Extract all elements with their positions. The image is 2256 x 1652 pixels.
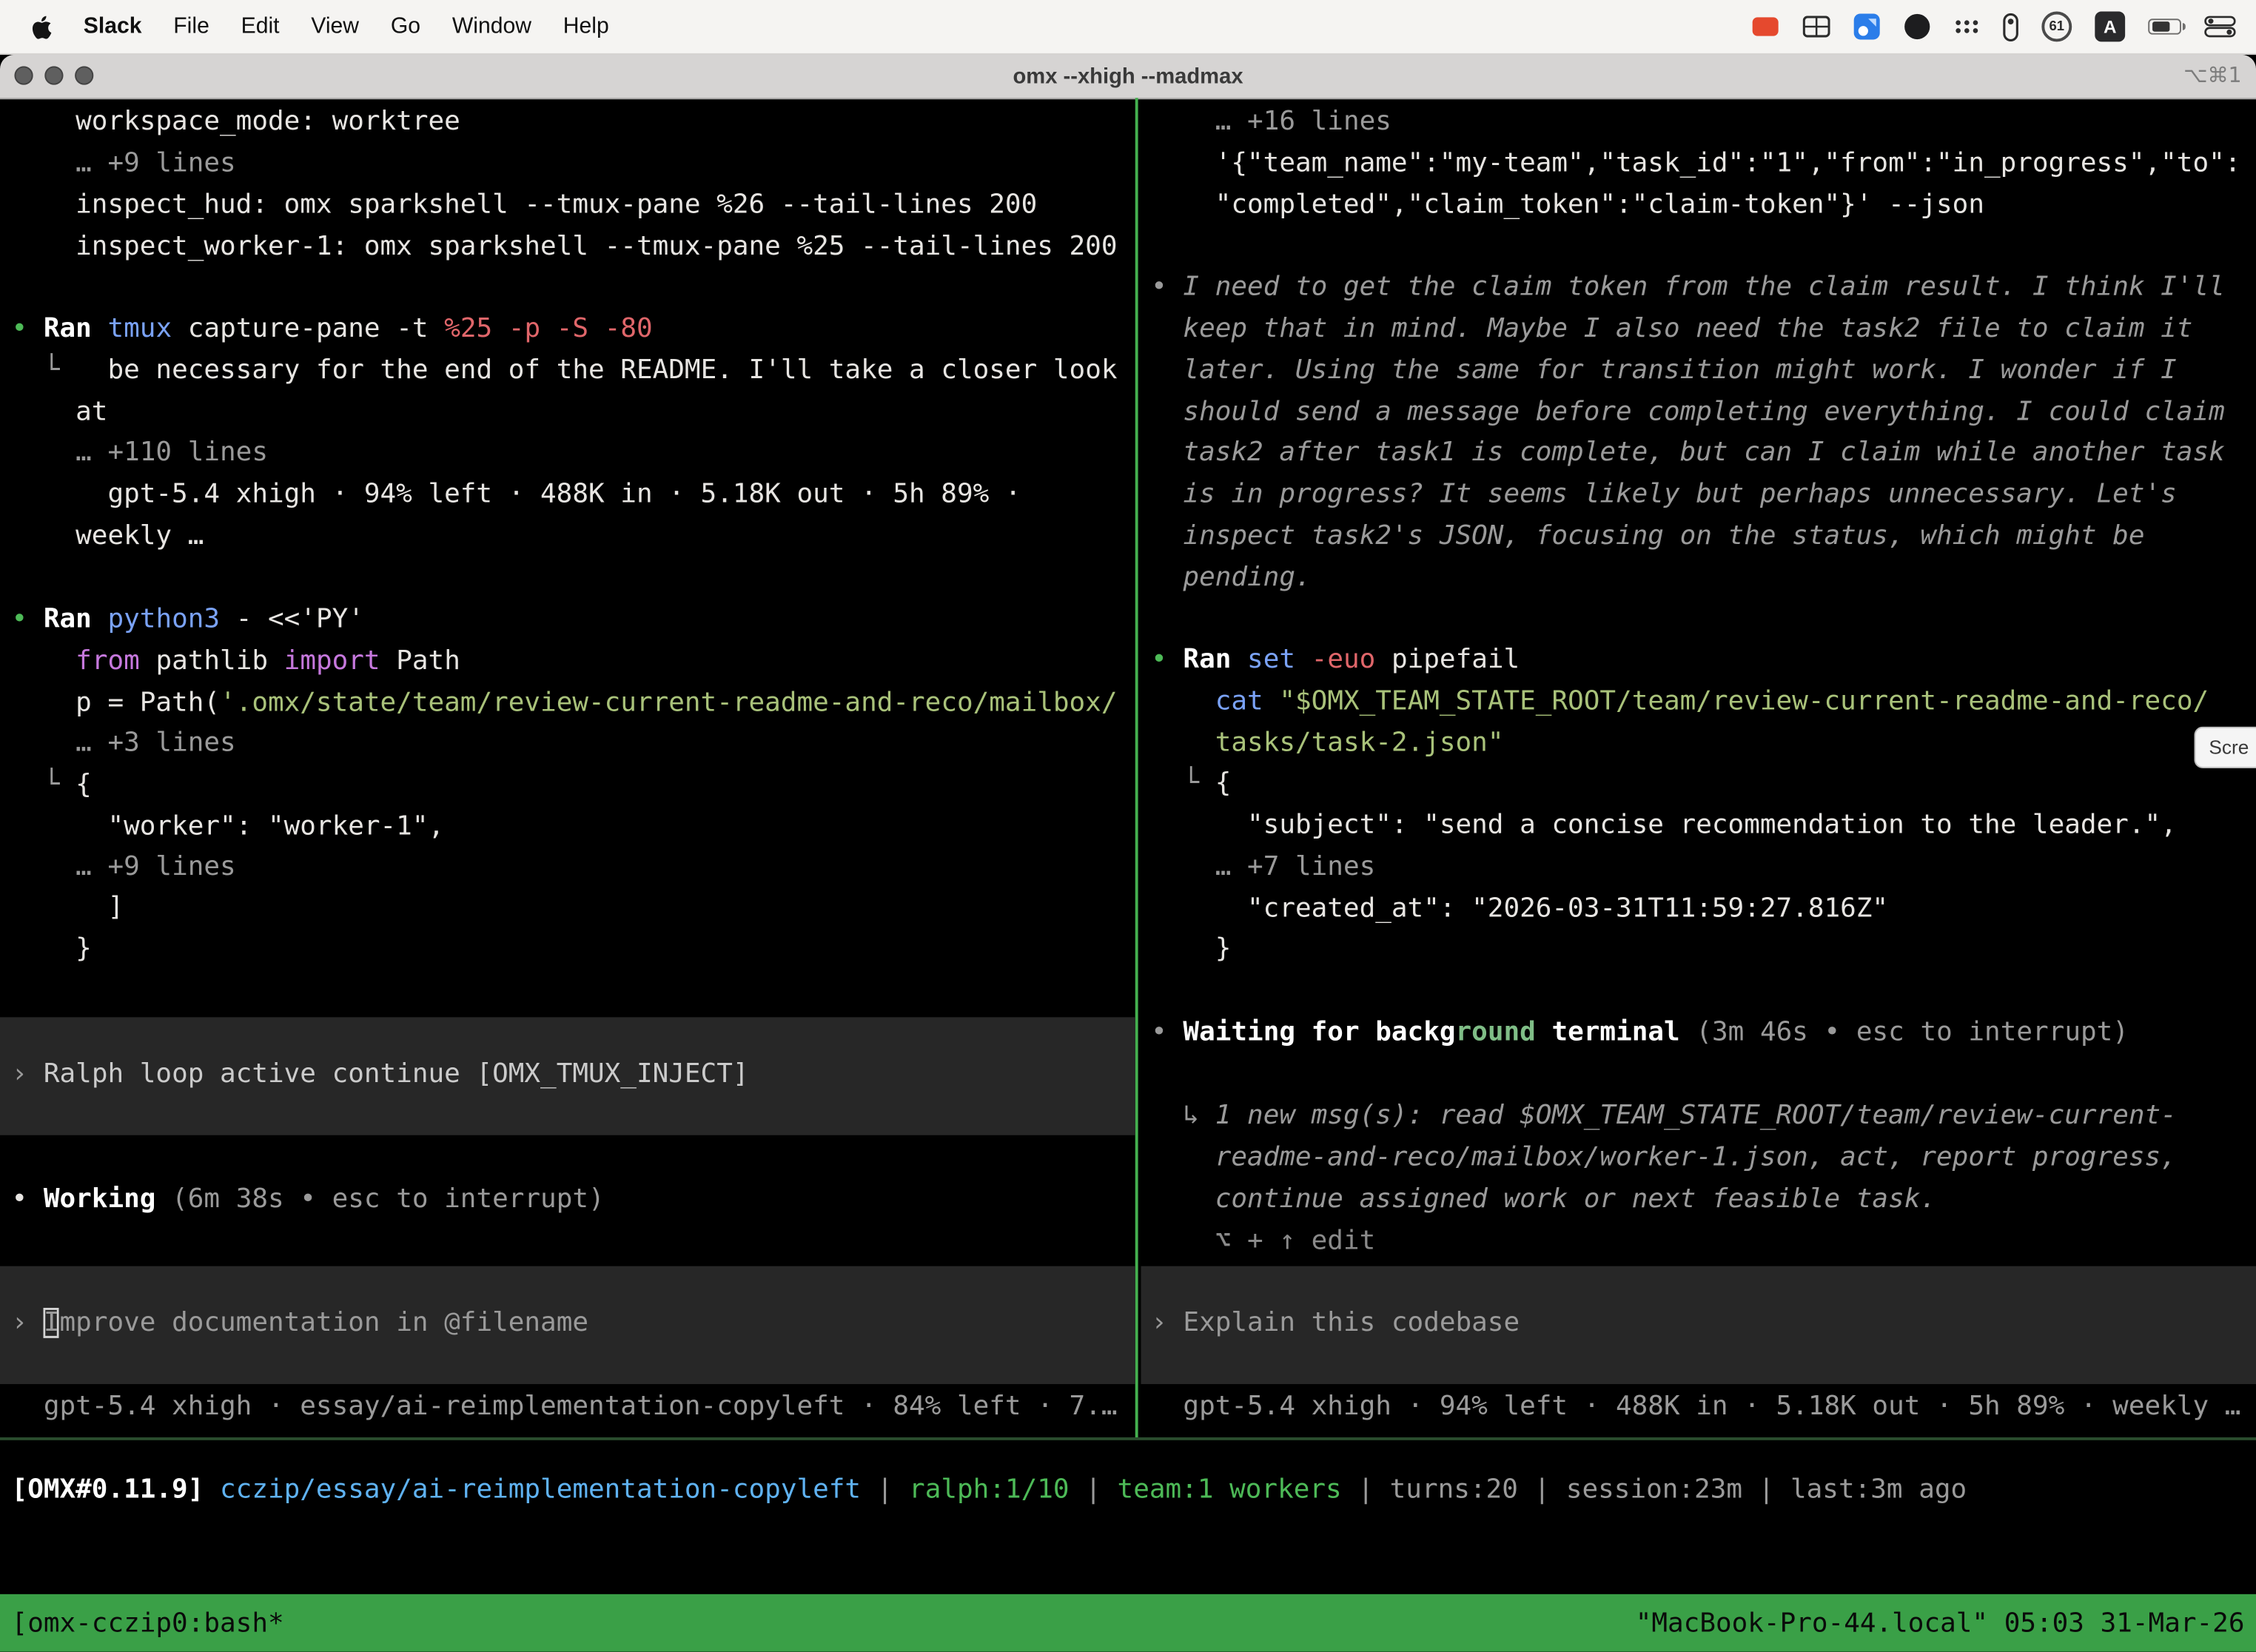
- tmux-session-label: [omx-cczip0:bash*: [12, 1608, 284, 1638]
- menu-edit[interactable]: Edit: [225, 13, 295, 39]
- menu-file[interactable]: File: [158, 13, 225, 39]
- text-segment: |: [1342, 1474, 1390, 1505]
- text-segment: turns:20: [1390, 1474, 1518, 1505]
- menu-go[interactable]: Go: [375, 13, 436, 39]
- text-segment: [OMX#0.11.9]: [12, 1474, 220, 1505]
- battery-percentage-icon[interactable]: 61: [2041, 12, 2072, 42]
- menu-window[interactable]: Window: [436, 13, 547, 39]
- active-app-menu[interactable]: Slack: [67, 13, 158, 39]
- input-source-letter: A: [2104, 16, 2117, 36]
- text-segment: last:3m ago: [1790, 1474, 1967, 1505]
- menu-view[interactable]: View: [295, 13, 375, 39]
- dark-app-icon[interactable]: [1904, 13, 1931, 40]
- text-segment: |: [1742, 1474, 1790, 1505]
- text-segment: |: [1070, 1474, 1118, 1505]
- tmux-host-clock-label: "MacBook-Pro-44.local" 05:03 31-Mar-26: [1636, 1608, 2245, 1638]
- app-grid-dots-icon[interactable]: [1954, 19, 1980, 34]
- menu-bar-left: Slack File Edit View Go Window Help: [0, 13, 625, 39]
- apple-menu-icon[interactable]: [23, 13, 67, 39]
- terminal-line: [OMX#0.11.9] cczip/essay/ai-reimplementa…: [12, 1469, 1967, 1511]
- text-segment: session:23m: [1566, 1474, 1742, 1505]
- status-pill-icon[interactable]: [2003, 13, 2018, 41]
- screen-capture-popover[interactable]: Scre: [2195, 727, 2256, 768]
- input-source-icon[interactable]: A: [2095, 12, 2125, 42]
- tmux-status-bar: [omx-cczip0:bash* "MacBook-Pro-44.local"…: [0, 1594, 2256, 1652]
- blue-app-icon[interactable]: [1853, 13, 1881, 40]
- text-segment: |: [1518, 1474, 1566, 1505]
- menu-help[interactable]: Help: [547, 13, 625, 39]
- battery-icon[interactable]: [2148, 19, 2181, 35]
- battery-percentage-value: 61: [2049, 19, 2065, 34]
- control-center-icon[interactable]: [2204, 16, 2236, 37]
- omx-hud-pane: [OMX#0.11.9] cczip/essay/ai-reimplementa…: [0, 0, 2256, 1652]
- menu-bar: Slack File Edit View Go Window Help: [0, 0, 2256, 55]
- text-segment: ralph:1/10: [909, 1474, 1070, 1505]
- window-grid-icon[interactable]: [1803, 16, 1830, 37]
- text-segment: cczip/essay/ai-reimplementation-copyleft: [220, 1474, 861, 1505]
- screen: Slack File Edit View Go Window Help: [0, 0, 2256, 1652]
- menu-bar-status-area: 61 A: [1751, 12, 2256, 42]
- text-segment: |: [861, 1474, 909, 1505]
- screen-recording-icon[interactable]: [1751, 16, 1780, 37]
- text-segment: team:1 workers: [1118, 1474, 1342, 1505]
